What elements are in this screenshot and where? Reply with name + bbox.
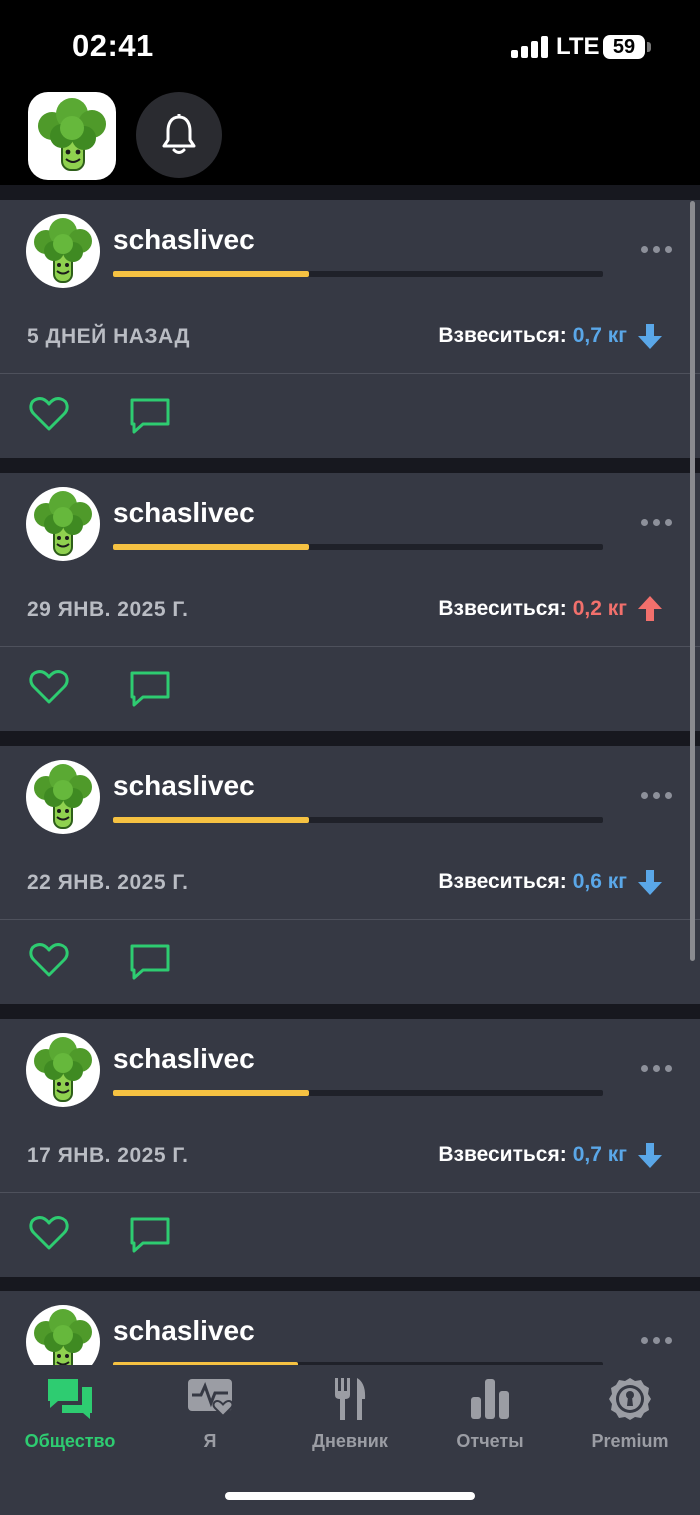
avatar[interactable] [26,1305,100,1365]
divider [0,373,700,374]
app-header [0,90,700,185]
weight-progress-bar [113,271,603,277]
weigh-in-value: 0,7 кг [572,324,627,347]
avatar[interactable] [26,214,100,288]
tab-label: Отчеты [456,1431,524,1451]
tab-me[interactable]: Я [140,1365,280,1455]
tab-label: Дневник [312,1431,388,1451]
tab-premium[interactable]: Premium [560,1365,700,1455]
post-username[interactable]: schaslivec [113,224,255,256]
divider [0,919,700,920]
tab-diary[interactable]: Дневник [280,1365,420,1455]
bell-icon [162,114,196,154]
post-date: 29 ЯНВ. 2025 Г. [27,598,189,621]
feed-post: schaslivec 29 ЯНВ. 2025 Г. Взвеситься: 0,… [0,473,700,731]
like-heart-icon[interactable] [29,1215,69,1251]
more-options-icon[interactable] [641,519,673,527]
more-options-icon[interactable] [641,1337,673,1345]
feed-post: schaslivec 22 ЯНВ. 2025 Г. Взвеситься: 0,… [0,746,700,1004]
post-username[interactable]: schaslivec [113,770,255,802]
community-feed[interactable]: schaslivec 5 ДНЕЙ НАЗАД Взвеситься: 0,7 к… [0,185,700,1365]
weight-progress-fill [113,544,309,550]
weigh-in-info: Взвеситься: 0,2 кг [438,597,627,621]
tab-reports[interactable]: Отчеты [420,1365,560,1455]
more-options-icon[interactable] [641,246,673,254]
avatar[interactable] [26,1033,100,1107]
tab-label: Я [203,1431,217,1451]
health-monitor-icon [188,1379,233,1417]
more-options-icon[interactable] [641,792,673,800]
feed-scrollbar[interactable] [690,201,695,961]
post-date: 17 ЯНВ. 2025 Г. [27,1144,189,1167]
post-date: 22 ЯНВ. 2025 Г. [27,871,189,894]
bar-chart-icon [471,1379,509,1419]
weight-progress-fill [113,817,309,823]
signal-strength-icon [511,36,549,58]
weight-up-arrow-icon [638,596,662,621]
comment-icon[interactable] [129,943,171,981]
fork-knife-icon [335,1378,366,1420]
status-time: 02:41 [72,28,154,63]
feed-post: schaslivec 17 ЯНВ. 2025 Г. Взвеситься: 0,… [0,1019,700,1277]
weight-progress-bar [113,817,603,823]
avatar[interactable] [26,487,100,561]
feed-post: schaslivec [0,1291,700,1365]
weigh-in-value: 0,7 кг [572,1143,627,1166]
tab-label: Premium [591,1431,669,1451]
post-date: 5 ДНЕЙ НАЗАД [27,325,190,348]
weight-down-arrow-icon [638,870,662,895]
weight-progress-fill [113,1090,309,1096]
battery-icon: 59 [603,35,645,59]
comment-icon[interactable] [129,397,171,435]
weigh-in-label: Взвеситься: [438,870,567,893]
network-type: LTE [556,33,600,60]
like-heart-icon[interactable] [29,396,69,432]
weigh-in-label: Взвеситься: [438,1143,567,1166]
weigh-in-label: Взвеситься: [438,324,567,347]
post-username[interactable]: schaslivec [113,1315,255,1347]
weigh-in-info: Взвеситься: 0,7 кг [438,1143,627,1167]
home-indicator[interactable] [225,1492,475,1500]
divider [0,646,700,647]
more-options-icon[interactable] [641,1065,673,1073]
feed-post: schaslivec 5 ДНЕЙ НАЗАД Взвеситься: 0,7 к… [0,200,700,458]
chat-bubbles-icon [48,1379,92,1419]
divider [0,1192,700,1193]
avatar[interactable] [26,760,100,834]
weigh-in-info: Взвеситься: 0,6 кг [438,870,627,894]
comment-icon[interactable] [129,670,171,708]
broccoli-logo-icon[interactable] [28,92,116,180]
like-heart-icon[interactable] [29,942,69,978]
weight-progress-bar [113,544,603,550]
weight-progress-fill [113,271,309,277]
post-username[interactable]: schaslivec [113,497,255,529]
weight-down-arrow-icon [638,324,662,349]
tab-community[interactable]: Общество [0,1365,140,1455]
keyhole-badge-icon [609,1378,651,1420]
status-bar: 02:41 LTE 59 [0,0,700,90]
weight-down-arrow-icon [638,1143,662,1168]
weigh-in-info: Взвеситься: 0,7 кг [438,324,627,348]
weight-progress-bar [113,1090,603,1096]
comment-icon[interactable] [129,1216,171,1254]
battery-tip [647,42,651,52]
notifications-button[interactable] [136,92,222,178]
weigh-in-label: Взвеситься: [438,597,567,620]
tab-label: Общество [24,1431,116,1451]
like-heart-icon[interactable] [29,669,69,705]
weigh-in-value: 0,6 кг [572,870,627,893]
weigh-in-value: 0,2 кг [572,597,627,620]
post-username[interactable]: schaslivec [113,1043,255,1075]
